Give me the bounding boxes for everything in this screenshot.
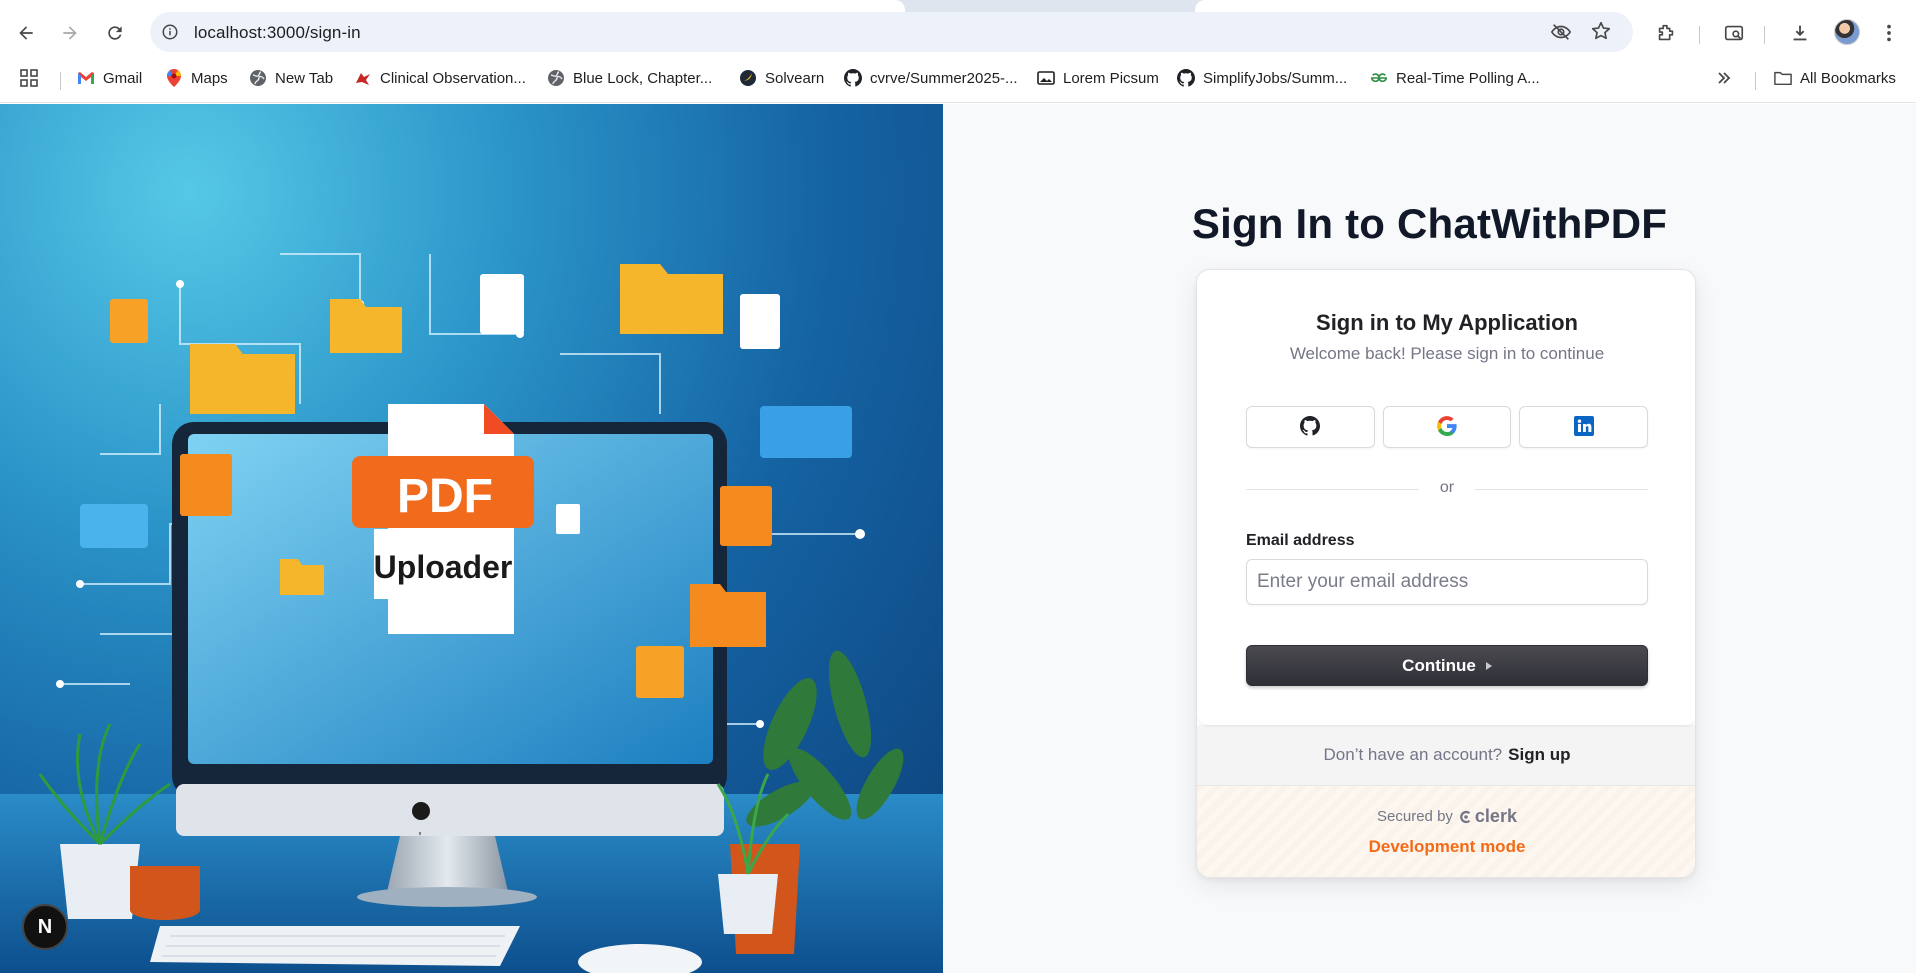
bookmark-lorem-picsum[interactable]: Lorem Picsum <box>1037 66 1159 90</box>
card-subtitle: Welcome back! Please sign in to continue <box>1289 344 1605 363</box>
gfg-icon <box>1370 69 1388 87</box>
github-icon <box>1300 415 1321 439</box>
sign-in-card: Sign in to My Application Welcome back! … <box>1196 269 1696 878</box>
site-info-icon[interactable] <box>158 20 182 44</box>
tab-strip <box>0 0 1916 12</box>
toolbar-divider <box>1764 26 1765 44</box>
signup-footer: Don’t have an account? Sign up <box>1197 725 1695 786</box>
secured-by-text: Secured by <box>1377 808 1453 825</box>
forward-button[interactable] <box>54 17 86 49</box>
bookmark-star-icon[interactable] <box>1590 20 1612 47</box>
address-bar[interactable]: localhost:3000/sign-in <box>150 12 1633 52</box>
continue-button[interactable]: Continue <box>1246 645 1648 686</box>
hero-illustration: PDF Uploader <box>0 104 943 973</box>
gmail-icon <box>77 69 95 87</box>
tab-search-icon[interactable] <box>1721 20 1747 46</box>
bookmarks-divider <box>60 72 61 90</box>
caret-right-icon <box>1485 661 1492 670</box>
browser-tab[interactable] <box>1195 0 1916 12</box>
github-icon <box>1177 69 1195 87</box>
browser-toolbar: localhost:3000/sign-in <box>0 12 1916 54</box>
active-tab[interactable] <box>0 0 905 12</box>
github-signin-button[interactable] <box>1246 406 1375 448</box>
google-icon <box>1436 415 1458 440</box>
profile-avatar[interactable] <box>1834 19 1860 45</box>
clerk-icon <box>1460 810 1471 823</box>
divider-text: or <box>1439 479 1455 496</box>
development-mode-text: Development mode <box>1368 837 1526 856</box>
pdf-badge-text: PDF <box>397 470 493 523</box>
download-icon[interactable] <box>1787 20 1813 46</box>
card-title: Sign in to My Application <box>1316 310 1578 335</box>
social-buttons <box>1246 406 1649 448</box>
page-title: Sign In to ChatWithPDF <box>1191 200 1668 247</box>
bookmark-cvrve-summer2025[interactable]: cvrve/Summer2025-... <box>844 66 1018 90</box>
clerk-logo[interactable]: clerk <box>1459 806 1517 827</box>
linkedin-icon <box>1573 415 1594 439</box>
linkedin-signin-button[interactable] <box>1519 406 1649 448</box>
url-text[interactable]: localhost:3000/sign-in <box>194 23 361 43</box>
continue-label: Continue <box>1402 655 1476 675</box>
sign-in-pane: Sign In to ChatWithPDF Sign in to My App… <box>943 104 1916 973</box>
arrow-right-icon <box>63 26 77 40</box>
back-button[interactable] <box>10 17 42 49</box>
email-field[interactable] <box>1246 559 1648 605</box>
dev-mode-footer: Secured by clerk Development mode <box>1197 786 1695 877</box>
bookmark-new-tab[interactable]: New Tab <box>249 66 333 90</box>
bookmark-gmail[interactable]: Gmail <box>77 66 142 90</box>
bookmark-real-time-polling[interactable]: Real-Time Polling A... <box>1370 66 1540 90</box>
divider-line <box>1475 489 1648 490</box>
eye-off-icon[interactable] <box>1550 21 1572 48</box>
page: PDF Uploader Sign In to ChatWithPDF Sign… <box>0 104 1916 973</box>
globe-icon <box>547 69 565 87</box>
folder-icon <box>1774 69 1792 87</box>
kebab-menu-icon[interactable] <box>1876 20 1902 46</box>
bookmark-simplifyjobs[interactable]: SimplifyJobs/Summ... <box>1177 66 1347 90</box>
reload-icon <box>108 26 122 40</box>
chevron-double-right-icon[interactable] <box>1715 66 1733 90</box>
reload-button[interactable] <box>99 17 131 49</box>
email-label: Email address <box>1246 532 1355 549</box>
arrow-left-icon <box>19 26 33 40</box>
bird-icon <box>354 69 372 87</box>
sign-up-link[interactable]: Sign up <box>1508 745 1570 765</box>
globe-icon <box>249 69 267 87</box>
clerk-wordmark: clerk <box>1474 806 1517 826</box>
secured-by: Secured by clerk <box>1197 806 1695 827</box>
bookmarks-bar: Gmail Maps New Tab Clinical Observation.… <box>0 54 1916 103</box>
extensions-icon[interactable] <box>1653 20 1679 46</box>
or-divider: or <box>1246 479 1648 499</box>
solvearn-icon <box>739 69 757 87</box>
bookmarks-divider <box>1755 72 1756 90</box>
apps-grid-icon[interactable] <box>19 66 39 90</box>
sign-in-card-body: Sign in to My Application Welcome back! … <box>1197 270 1695 725</box>
maps-icon <box>165 69 183 87</box>
image-icon <box>1037 69 1055 87</box>
bookmark-clinical-observation[interactable]: Clinical Observation... <box>354 66 526 90</box>
hero-artwork: PDF Uploader <box>0 253 943 973</box>
bookmark-maps[interactable]: Maps <box>165 66 228 90</box>
all-bookmarks-button[interactable]: All Bookmarks <box>1774 66 1896 90</box>
uploader-badge-text: Uploader <box>374 549 513 585</box>
bookmark-blue-lock[interactable]: Blue Lock, Chapter... <box>547 66 712 90</box>
bookmark-solvearn[interactable]: Solvearn <box>739 66 824 90</box>
github-icon <box>844 69 862 87</box>
nextjs-dev-indicator[interactable]: N <box>22 904 68 950</box>
google-signin-button[interactable] <box>1382 406 1512 448</box>
toolbar-divider <box>1699 26 1700 44</box>
no-account-text: Don’t have an account? <box>1323 745 1503 764</box>
